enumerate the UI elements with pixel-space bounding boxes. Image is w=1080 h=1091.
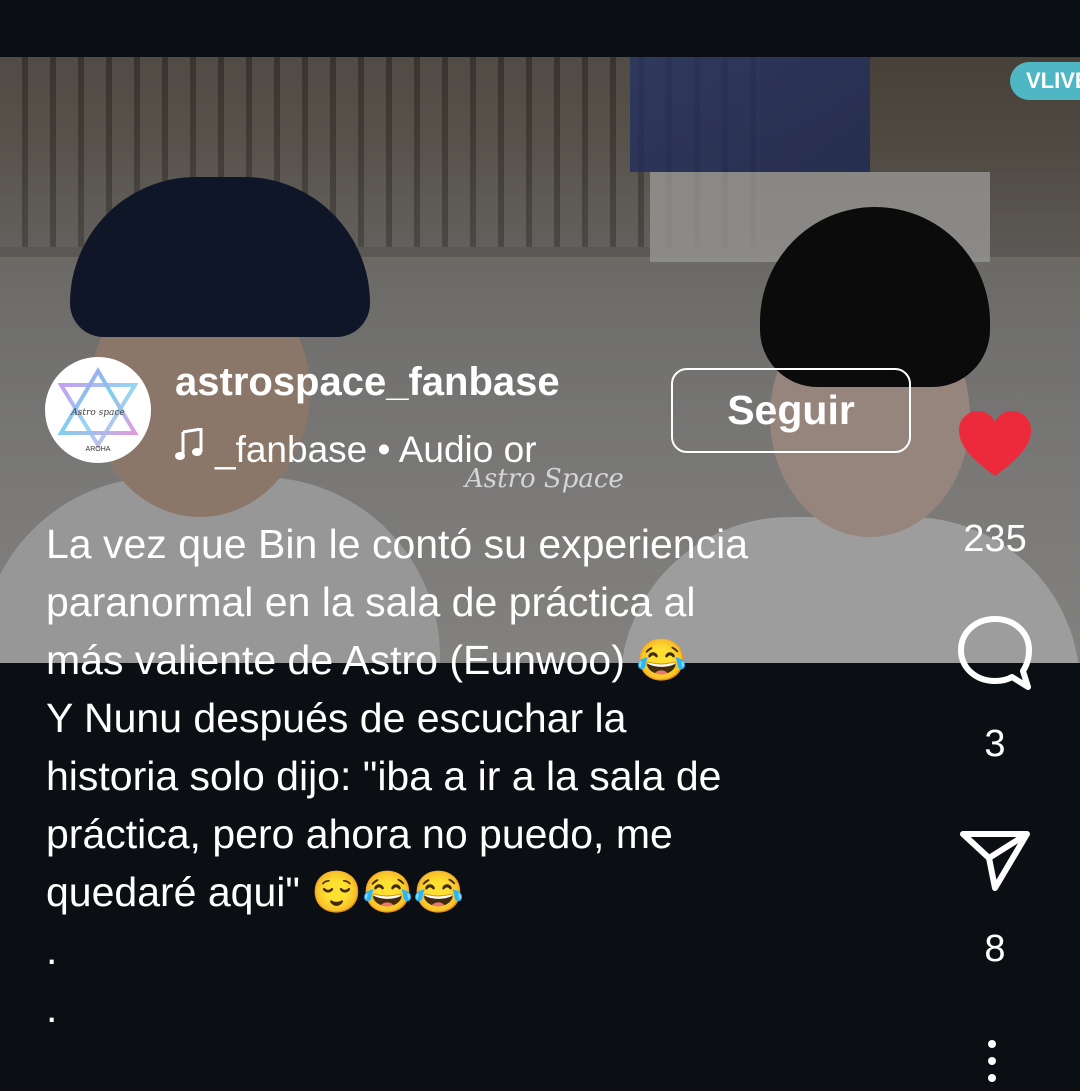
follow-button[interactable]: Seguir bbox=[671, 368, 911, 453]
more-options-icon[interactable] bbox=[988, 1040, 1000, 1091]
vlive-badge: VLIVE bbox=[1010, 62, 1080, 100]
avatar-logo: Astro space AROHA bbox=[53, 365, 143, 455]
caption-line: . bbox=[46, 927, 58, 973]
caption-line: práctica, pero ahora no puedo, me bbox=[46, 811, 673, 857]
comments-count: 3 bbox=[984, 723, 1006, 765]
username[interactable]: astrospace_fanbase bbox=[175, 360, 560, 405]
avatar-text-top: Astro space bbox=[70, 408, 124, 418]
heart-icon bbox=[959, 411, 1031, 476]
audio-label: _fanbase • Audio or bbox=[215, 429, 537, 470]
caption-line: historia solo dijo: "iba a ir a la sala … bbox=[46, 753, 722, 799]
caption-line: Y Nunu después de escuchar la bbox=[46, 695, 627, 741]
likes-count: 235 bbox=[963, 518, 1027, 560]
comment-button[interactable] bbox=[950, 615, 1040, 691]
caption-line: más valiente de Astro (Eunwoo) 😂 bbox=[46, 637, 688, 683]
caption-line: . bbox=[46, 985, 58, 1031]
shares-count: 8 bbox=[984, 928, 1006, 970]
send-icon bbox=[960, 831, 1030, 891]
share-button[interactable] bbox=[950, 828, 1040, 892]
audio-track[interactable]: _fanbase • Audio or bbox=[175, 428, 575, 471]
caption-line: paranormal en la sala de práctica al bbox=[46, 579, 696, 625]
astro-logo-icon: Astro space AROHA bbox=[57, 367, 139, 453]
comment-icon bbox=[958, 616, 1032, 690]
music-note-icon bbox=[175, 428, 215, 471]
post-caption[interactable]: La vez que Bin le contó su experiencia p… bbox=[46, 515, 926, 1037]
caption-line: quedaré aqui" 😌😂😂 bbox=[46, 869, 465, 915]
avatar[interactable]: Astro space AROHA bbox=[45, 357, 151, 463]
caption-line: La vez que Bin le contó su experiencia bbox=[46, 521, 749, 567]
avatar-text-bottom: AROHA bbox=[86, 446, 111, 453]
status-bar bbox=[0, 0, 1080, 57]
like-button[interactable] bbox=[950, 410, 1040, 478]
